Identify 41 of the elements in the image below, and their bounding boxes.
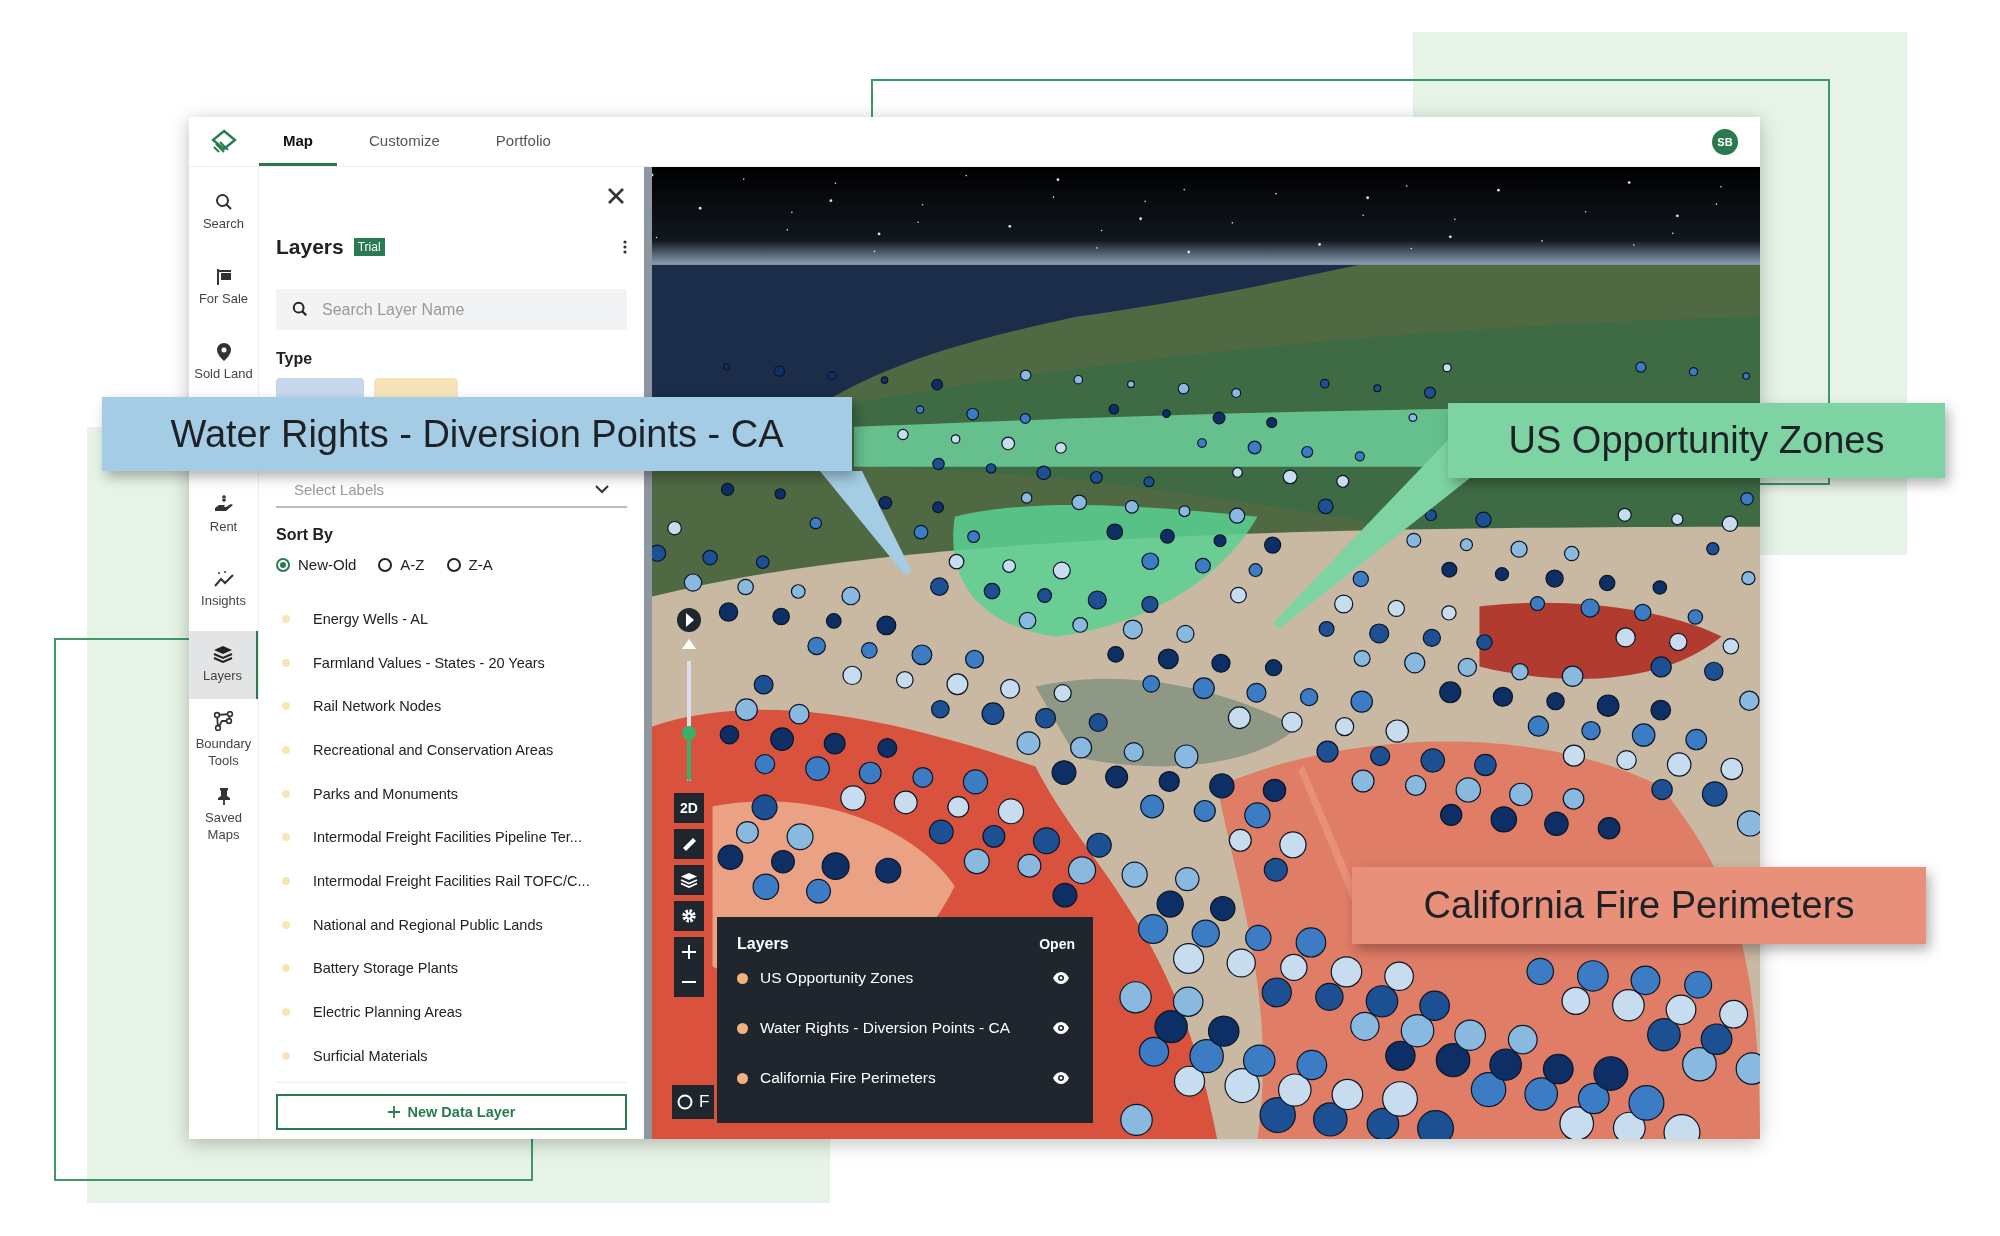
nav-tab[interactable]: Map (259, 117, 337, 166)
sidebar-item[interactable]: Rent (189, 481, 258, 549)
new-data-layer-button[interactable]: New Data Layer (276, 1094, 627, 1130)
layer-item[interactable]: Recreational and Conservation Areas (313, 741, 554, 758)
layer-item[interactable]: Surficial Materials (313, 1047, 428, 1064)
legend-layer-name: Water Rights - Diversion Points - CA (760, 1019, 1012, 1037)
sidebar-item[interactable]: Saved Maps (189, 781, 258, 849)
callout-label: Water Rights - Diversion Points - CA (102, 397, 852, 471)
layer-item[interactable]: Energy Wells - AL (313, 610, 428, 627)
legend-layer-name: California Fire Perimeters (760, 1069, 937, 1087)
legend-layer-name: US Opportunity Zones (760, 969, 915, 987)
nav-tab[interactable]: Portfolio (471, 117, 575, 166)
callout-label: US Opportunity Zones (1448, 403, 1945, 478)
sidebar-item[interactable]: Layers (189, 631, 258, 699)
map-radio[interactable]: F (672, 1085, 715, 1119)
layer-item[interactable]: Farmland Values - States - 20 Years (313, 654, 545, 671)
layer-item[interactable]: Rail Network Nodes (313, 698, 442, 715)
sidebar-item[interactable]: For Sale (189, 254, 258, 322)
sort-radio[interactable]: A-Z (378, 556, 425, 573)
user-avatar[interactable]: SB (1712, 128, 1738, 155)
nav-tab[interactable]: Customize (345, 117, 464, 166)
layer-item[interactable]: Parks and Monuments (313, 785, 459, 802)
view-mode-button[interactable]: 2D (674, 793, 704, 823)
layer-item[interactable]: Intermodal Freight Facilities Pipeline Ter... (313, 829, 582, 846)
legend-title: Layers (737, 935, 789, 953)
sidebar-item[interactable]: Boundary Tools (189, 706, 258, 774)
sidebar-item[interactable]: Insights (189, 556, 258, 624)
sort-radio[interactable]: New-Old (276, 556, 357, 573)
open-link[interactable]: Open (1039, 936, 1075, 952)
panel-title: Layers (276, 235, 344, 259)
trial-badge: Trial (353, 238, 385, 256)
sort-heading: Sort By (276, 526, 334, 544)
sort-radio[interactable]: Z-A (446, 556, 493, 573)
layer-item[interactable]: National and Regional Public Lands (313, 916, 543, 933)
type-heading: Type (276, 350, 314, 368)
search-field[interactable]: Search Layer Name (276, 289, 627, 330)
layer-item[interactable]: Electric Planning Areas (313, 1004, 463, 1021)
layer-item[interactable]: Intermodal Freight Facilities Rail TOFC/C... (313, 872, 590, 889)
sidebar-item[interactable]: Search (189, 179, 258, 247)
layer-item[interactable]: Battery Storage Plants (313, 960, 459, 977)
sidebar-item[interactable]: Sold Land (189, 329, 258, 397)
